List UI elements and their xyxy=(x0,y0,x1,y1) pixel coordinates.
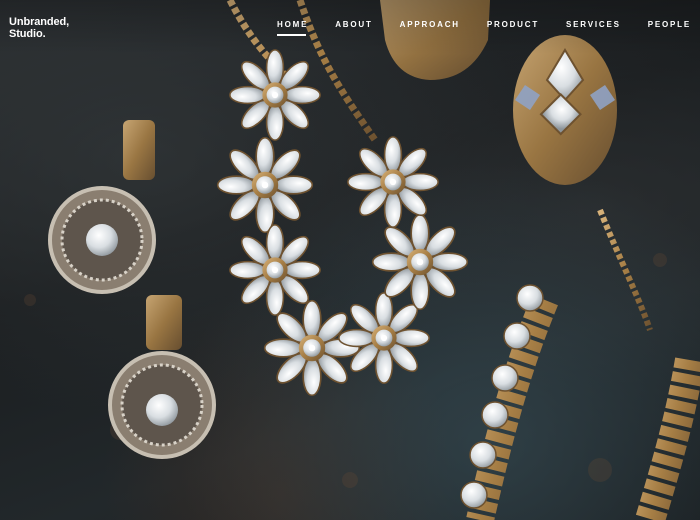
brand-logo[interactable]: Unbranded, Studio. xyxy=(9,16,69,40)
nav-item-about[interactable]: ABOUT xyxy=(335,20,372,36)
jewelry-photo xyxy=(24,0,700,520)
nav-item-product[interactable]: PRODUCT xyxy=(487,20,539,36)
header: Unbranded, Studio. HOME ABOUT APPROACH P… xyxy=(0,0,700,54)
nav-item-people[interactable]: PEOPLE xyxy=(648,20,691,36)
main-nav: HOME ABOUT APPROACH PRODUCT SERVICES PEO… xyxy=(250,20,691,36)
hero-image xyxy=(0,0,700,520)
nav-item-services[interactable]: SERVICES xyxy=(566,20,621,36)
nav-item-approach[interactable]: APPROACH xyxy=(400,20,460,36)
nav-item-home[interactable]: HOME xyxy=(277,20,308,36)
